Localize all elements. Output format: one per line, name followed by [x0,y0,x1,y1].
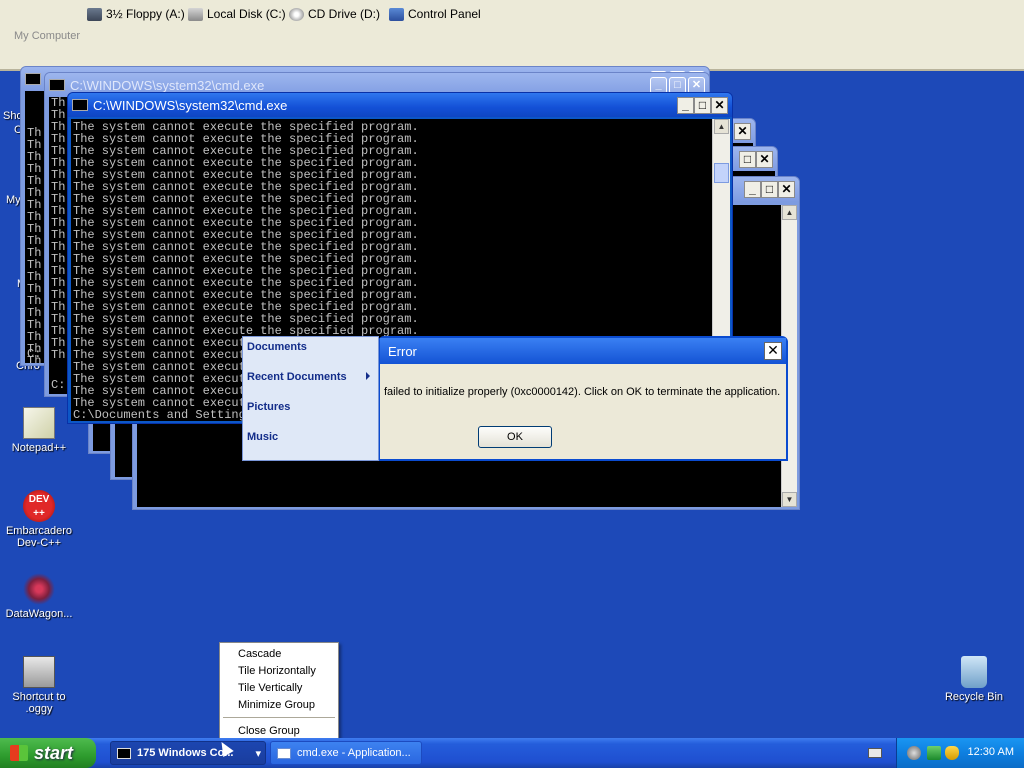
local-disk-label: Local Disk (C:) [207,7,286,21]
desktop-icon-label: Shortcut to .oggy [12,691,66,715]
taskbar-button-application-error[interactable]: cmd.exe - Application... [270,741,422,765]
scroll-up-button[interactable]: ▲ [782,205,797,220]
menu-item-tile-vertically[interactable]: Tile Vertically [238,682,302,694]
close-button[interactable]: ✕ [756,150,773,168]
taskbar-button-cmd-group[interactable]: 175 Windows Co... ▾ [110,741,266,765]
taskbar-button-label: cmd.exe - Application... [297,747,411,759]
application-error-dialog[interactable]: Error ✕ failed to initialize properly (0… [378,336,788,461]
ok-button[interactable]: OK [478,426,552,448]
desktop-icon-label: Recycle Bin [944,691,1004,703]
error-dialog-title: Error [388,343,417,359]
error-message: failed to initialize properly (0xc000014… [384,386,781,398]
scroll-up-button[interactable]: ▲ [714,119,729,134]
taskbar-group-context-menu: Cascade Tile Horizontally Tile Verticall… [219,642,339,743]
console-prompt: C: [51,378,66,392]
floppy-drive-label: 3½ Floppy (A:) [106,7,185,21]
desktop-label-partial[interactable]: My [6,194,21,206]
dev-cpp-icon: DEV ++ [23,490,55,522]
floppy-drive-link[interactable]: 3½ Floppy (A:) [87,6,185,22]
error-close-button[interactable]: ✕ [764,342,782,360]
desktop-icon-dev-cpp[interactable]: DEV ++ Embarcadero Dev-C++ [0,490,78,549]
control-panel-icon [389,7,404,21]
recycle-bin-icon [961,656,987,688]
shortcut-icon [23,656,55,688]
maximize-button[interactable]: □ [739,150,756,168]
datawagon-icon [23,573,55,605]
console-prompt: C: [27,347,42,361]
scroll-thumb[interactable] [714,163,729,183]
maximize-button[interactable]: □ [694,96,711,114]
notepad-plus-plus-icon [23,407,55,439]
system-tray: 12:30 AM [896,738,1024,768]
chevron-down-icon: ▾ [255,747,261,760]
control-panel-link[interactable]: Control Panel [389,6,481,22]
cmd-icon [72,99,88,111]
cd-drive-link[interactable]: CD Drive (D:) [289,6,380,22]
submenu-arrow-icon [366,372,370,380]
cmd-console-output: Th Th Th Th Th Th Th Th Th Th Th Th Th Th Th Th Th Th Th Th… [49,97,69,394]
cd-drive-label: CD Drive (D:) [308,7,380,21]
desktop-icon-label: Notepad++ [11,442,67,454]
cmd-console-output: Th Th Th Th Th Th Th Th Th Th Th Th Th Th Th Th Th Th Th Th… [25,91,45,363]
desktop-icon-label: Embarcadero Dev-C++ [5,525,73,549]
disk-icon [188,7,203,21]
minimize-button[interactable]: _ [744,180,761,198]
menu-item-minimize-group[interactable]: Minimize Group [238,699,315,711]
cmd-window-title: C:\WINDOWS\system32\cmd.exe [70,77,265,93]
keyboard-icon[interactable] [868,748,882,758]
menu-separator [223,717,335,718]
desktop-icon-recycle-bin[interactable]: Recycle Bin [935,656,1013,703]
flyout-item-pictures[interactable]: Pictures [247,401,290,413]
desktop-icon-shortcut-oggy[interactable]: Shortcut to .oggy [0,656,78,715]
menu-item-close-group[interactable]: Close Group [238,725,300,737]
address-label: My Computer [14,30,81,42]
flyout-item-recent-documents[interactable]: Recent Documents [247,371,347,383]
cmd-icon [117,747,131,759]
minimize-button[interactable]: _ [650,76,667,94]
close-button[interactable]: ✕ [778,180,795,198]
explorer-toolbar: 3½ Floppy (A:) Local Disk (C:) CD Drive … [0,0,1024,71]
cmd-icon [49,79,65,91]
start-label: start [34,742,74,763]
start-button[interactable]: start [0,738,96,768]
close-button[interactable]: ✕ [688,76,705,94]
places-flyout-menu: Documents Recent Documents Pictures Musi… [242,336,379,461]
desktop-icon-datawagon[interactable]: DataWagon... [0,573,78,620]
close-button[interactable]: ✕ [711,96,728,114]
cd-icon [289,7,304,21]
disc-tray-icon[interactable] [907,746,921,760]
scroll-down-button[interactable]: ▼ [782,492,797,507]
security-shield-icon[interactable] [945,746,959,760]
windows-logo-icon [10,745,28,761]
floppy-icon [87,7,102,21]
network-tray-icon[interactable] [927,746,941,760]
desktop-icon-label: DataWagon... [5,608,73,620]
flyout-item-music[interactable]: Music [247,431,278,443]
cmd-icon [25,73,41,85]
flyout-item-documents[interactable]: Documents [247,341,307,353]
minimize-button[interactable]: _ [677,96,694,114]
local-disk-link[interactable]: Local Disk (C:) [188,6,286,22]
control-panel-label: Control Panel [408,7,481,21]
menu-item-cascade[interactable]: Cascade [238,648,281,660]
close-button[interactable]: ✕ [734,122,751,140]
clock[interactable]: 12:30 AM [968,746,1014,758]
cmd-window-titlebar[interactable]: C:\WINDOWS\system32\cmd.exe _ □ ✕ [68,93,732,117]
cmd-window-title: C:\WINDOWS\system32\cmd.exe [93,97,288,113]
maximize-button[interactable]: □ [761,180,778,198]
window-icon [277,747,291,759]
menu-item-tile-horizontally[interactable]: Tile Horizontally [238,665,316,677]
maximize-button[interactable]: □ [669,76,686,94]
error-dialog-titlebar[interactable]: Error [380,338,786,364]
